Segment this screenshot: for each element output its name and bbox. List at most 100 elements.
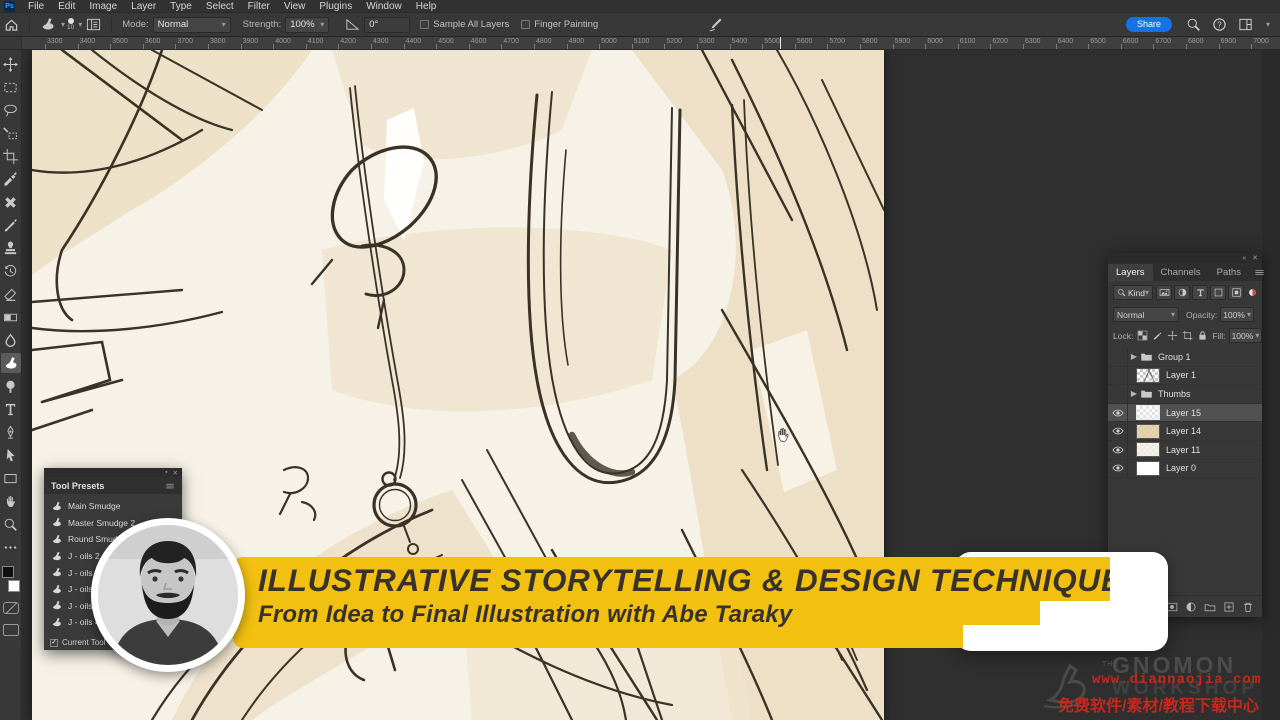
filter-shape-icon[interactable] xyxy=(1210,285,1226,300)
layer-thumbnail[interactable] xyxy=(1136,368,1160,383)
menu-window[interactable]: Window xyxy=(359,0,409,13)
opacity-field[interactable]: 100% ▾ xyxy=(1220,307,1254,322)
tab-channels[interactable]: Channels xyxy=(1153,264,1209,281)
visibility-toggle-empty[interactable] xyxy=(1108,367,1128,385)
filter-smart-icon[interactable] xyxy=(1228,285,1244,300)
expand-group-icon[interactable]: ▶ xyxy=(1128,352,1140,361)
close-panel-icon[interactable]: ✕ xyxy=(1252,254,1258,262)
toggle-brush-panel-icon[interactable] xyxy=(82,17,105,32)
workspace-switcher-icon[interactable] xyxy=(1238,17,1253,32)
menu-filter[interactable]: Filter xyxy=(241,0,277,13)
lock-transparent-icon[interactable] xyxy=(1136,329,1149,342)
zoom-tool[interactable] xyxy=(1,514,21,534)
menu-edit[interactable]: Edit xyxy=(51,0,82,13)
layer-row-layer-15[interactable]: Layer 15 xyxy=(1108,404,1262,423)
move-tool[interactable] xyxy=(1,54,21,74)
blend-mode-select[interactable]: Normal ▾ xyxy=(1113,307,1179,322)
layer-row-group-1[interactable]: ▶Group 1 xyxy=(1108,348,1262,367)
menu-layer[interactable]: Layer xyxy=(124,0,163,13)
airbrush-icon[interactable] xyxy=(704,17,727,32)
menu-image[interactable]: Image xyxy=(82,0,124,13)
delete-layer-icon[interactable] xyxy=(1242,601,1254,613)
adjustment-layer-icon[interactable] xyxy=(1185,601,1197,613)
background-color[interactable] xyxy=(8,580,20,592)
dodge-tool[interactable] xyxy=(1,376,21,396)
mode-select[interactable]: Normal▾ xyxy=(153,17,231,33)
filter-pixel-icon[interactable] xyxy=(1156,285,1172,300)
blur-tool[interactable] xyxy=(1,330,21,350)
color-swatches[interactable] xyxy=(2,566,20,592)
marquee-tool[interactable] xyxy=(1,77,21,97)
help-icon[interactable]: ? xyxy=(1212,17,1227,32)
clone-stamp-tool[interactable] xyxy=(1,238,21,258)
home-icon[interactable] xyxy=(0,17,23,32)
layer-thumbnail[interactable] xyxy=(1136,424,1160,439)
layer-group-icon[interactable] xyxy=(1204,601,1216,613)
layer-thumbnail[interactable] xyxy=(1136,442,1160,457)
type-tool[interactable] xyxy=(1,399,21,419)
filter-kind-select[interactable]: Kind ▾ xyxy=(1113,285,1153,300)
tool-preset-picker[interactable] xyxy=(36,17,59,32)
tab-layers[interactable]: Layers xyxy=(1108,264,1153,281)
layer-row-layer-14[interactable]: Layer 14 xyxy=(1108,422,1262,441)
brush-tool[interactable] xyxy=(1,215,21,235)
strength-select[interactable]: 100%▾ xyxy=(285,17,329,33)
smudge-tool[interactable] xyxy=(1,353,21,373)
foreground-color[interactable] xyxy=(2,566,14,578)
visibility-eye-icon[interactable] xyxy=(1108,404,1128,422)
menu-plugins[interactable]: Plugins xyxy=(312,0,359,13)
quick-mask-icon[interactable] xyxy=(3,602,19,614)
fill-field[interactable]: 100% ▾ xyxy=(1229,328,1263,343)
tool-preset-0[interactable]: Main Smudge xyxy=(44,498,182,515)
history-brush-tool[interactable] xyxy=(1,261,21,281)
hand-tool[interactable] xyxy=(1,491,21,511)
tab-paths[interactable]: Paths xyxy=(1209,264,1249,281)
visibility-toggle-empty[interactable] xyxy=(1108,385,1128,403)
filter-adjustment-icon[interactable] xyxy=(1174,285,1190,300)
sample-all-layers-checkbox[interactable]: Sample All Layers xyxy=(420,19,509,30)
expand-group-icon[interactable]: ▶ xyxy=(1128,389,1140,398)
eraser-tool[interactable] xyxy=(1,284,21,304)
lock-all-icon[interactable] xyxy=(1196,329,1209,342)
angle-field[interactable]: 0° xyxy=(364,17,410,33)
visibility-toggle-empty[interactable] xyxy=(1108,348,1128,366)
finger-painting-checkbox[interactable]: Finger Painting xyxy=(521,19,598,30)
menu-file[interactable]: File xyxy=(21,0,51,13)
horizontal-ruler[interactable]: 3300340035003600370038003900400041004200… xyxy=(0,37,1280,50)
lock-move-icon[interactable] xyxy=(1166,329,1179,342)
collapse-panel-icon[interactable]: « xyxy=(1242,255,1246,262)
share-button[interactable]: Share xyxy=(1126,17,1172,32)
panel-menu-icon[interactable] xyxy=(165,481,175,491)
pen-tool[interactable] xyxy=(1,422,21,442)
menu-select[interactable]: Select xyxy=(199,0,241,13)
shape-tool[interactable] xyxy=(1,468,21,488)
lasso-tool[interactable] xyxy=(1,100,21,120)
object-selection-tool[interactable] xyxy=(1,123,21,143)
search-icon[interactable] xyxy=(1186,17,1201,32)
visibility-eye-icon[interactable] xyxy=(1108,460,1128,478)
close-panel-icon[interactable]: ✕ xyxy=(173,469,178,477)
lock-paint-icon[interactable] xyxy=(1151,329,1164,342)
layer-row-layer-0[interactable]: Layer 0 xyxy=(1108,460,1262,479)
tool-presets-title-bar[interactable]: Tool Presets xyxy=(44,477,182,494)
menu-type[interactable]: Type xyxy=(163,0,199,13)
path-selection-tool[interactable] xyxy=(1,445,21,465)
brush-size-preview[interactable]: 10 xyxy=(65,18,76,32)
eyedropper-tool[interactable] xyxy=(1,169,21,189)
filter-toggle-icon[interactable] xyxy=(1247,287,1258,298)
visibility-eye-icon[interactable] xyxy=(1108,422,1128,440)
layer-row-thumbs[interactable]: ▶Thumbs xyxy=(1108,385,1262,404)
gradient-tool[interactable] xyxy=(1,307,21,327)
visibility-eye-icon[interactable] xyxy=(1108,441,1128,459)
panel-menu-icon[interactable] xyxy=(1249,267,1270,281)
healing-brush-tool[interactable] xyxy=(1,192,21,212)
menu-help[interactable]: Help xyxy=(409,0,444,13)
crop-tool[interactable] xyxy=(1,146,21,166)
layer-thumbnail[interactable] xyxy=(1136,461,1160,476)
edit-toolbar-icon[interactable] xyxy=(1,537,21,557)
layer-row-layer-1[interactable]: Layer 1 xyxy=(1108,367,1262,386)
screen-mode-icon[interactable] xyxy=(3,624,19,636)
new-layer-icon[interactable] xyxy=(1223,601,1235,613)
menu-view[interactable]: View xyxy=(277,0,313,13)
layer-row-layer-11[interactable]: Layer 11 xyxy=(1108,441,1262,460)
